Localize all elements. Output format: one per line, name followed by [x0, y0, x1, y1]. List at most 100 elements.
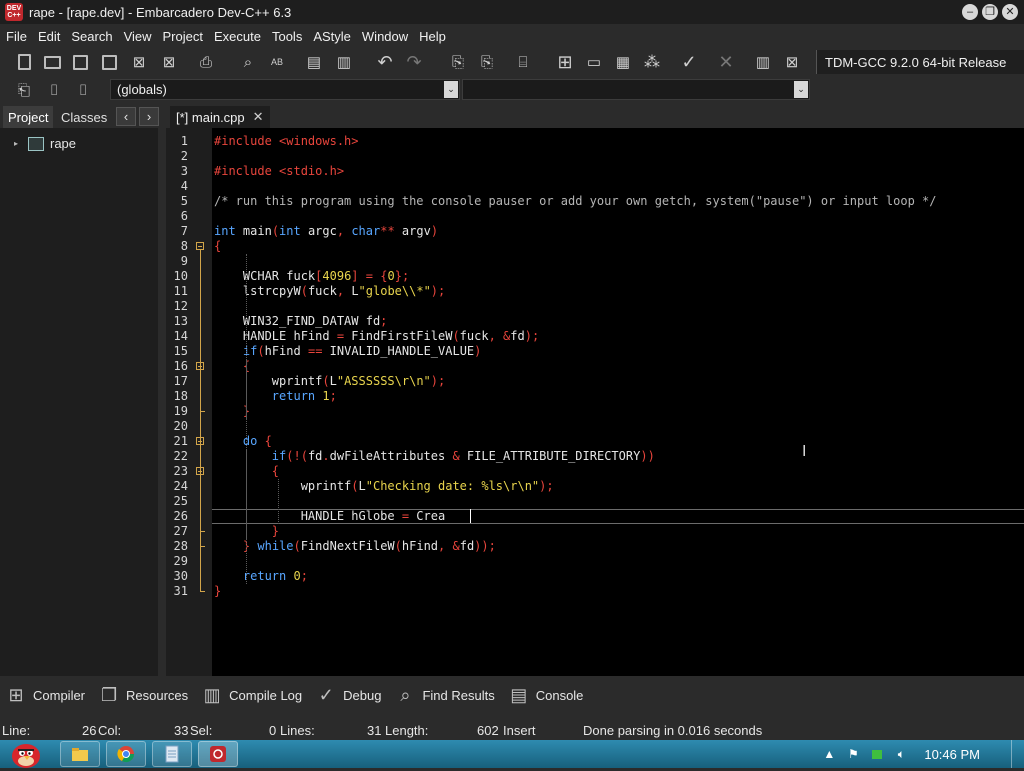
- restore-button[interactable]: ❐: [982, 4, 998, 20]
- expand-icon[interactable]: ▸: [14, 139, 24, 149]
- code-line[interactable]: #include <stdio.h>: [214, 164, 1024, 179]
- project-options-icon[interactable]: ⌸: [511, 51, 535, 73]
- close-icon[interactable]: ✕: [253, 109, 264, 125]
- add-to-project-icon[interactable]: ⎘: [475, 51, 499, 73]
- tab-compile-log[interactable]: ▥ Compile Log: [201, 684, 303, 706]
- menu-item-window[interactable]: Window: [356, 29, 413, 44]
- tray-expand-icon[interactable]: ▲: [822, 747, 836, 761]
- code-line[interactable]: [214, 299, 1024, 314]
- menu-item-search[interactable]: Search: [65, 29, 117, 44]
- check-syntax-icon[interactable]: ✓: [677, 51, 701, 73]
- speaker-icon[interactable]: 🔈︎: [894, 747, 908, 761]
- find-icon[interactable]: ⌕: [236, 51, 260, 73]
- tab-console[interactable]: ▤ Console: [508, 684, 583, 706]
- fold-toggle-icon[interactable]: [196, 242, 204, 250]
- globals-combo[interactable]: (globals) ⌄: [110, 79, 460, 100]
- insert-icon[interactable]: ⎗: [12, 79, 36, 101]
- code-line[interactable]: HANDLE hGlobe = Crea: [214, 509, 1024, 524]
- code-line[interactable]: wprintf(L"Checking date: %ls\r\n");: [214, 479, 1024, 494]
- explorer-icon[interactable]: [60, 741, 100, 767]
- tab-resources[interactable]: ❐ Resources: [98, 684, 188, 706]
- code-line[interactable]: if(!(fd.dwFileAttributes & FILE_ATTRIBUT…: [214, 449, 1024, 464]
- code-line[interactable]: {: [214, 359, 1024, 374]
- replace-icon[interactable]: AB: [265, 51, 289, 73]
- menu-item-tools[interactable]: Tools: [266, 29, 307, 44]
- delete-profile-icon[interactable]: ⊠: [780, 51, 804, 73]
- code-line[interactable]: do {: [214, 434, 1024, 449]
- code-line[interactable]: }: [214, 404, 1024, 419]
- chrome-icon[interactable]: [106, 741, 146, 767]
- minimize-button[interactable]: –: [962, 4, 978, 20]
- fold-toggle-icon[interactable]: [196, 467, 204, 475]
- code-line[interactable]: {: [214, 239, 1024, 254]
- code-line[interactable]: return 1;: [214, 389, 1024, 404]
- code-line[interactable]: [214, 209, 1024, 224]
- menu-item-help[interactable]: Help: [413, 29, 451, 44]
- code-line[interactable]: wprintf(L"ASSSSSS\r\n");: [214, 374, 1024, 389]
- tab-debug[interactable]: ✓ Debug: [315, 684, 382, 706]
- undo-icon[interactable]: ↶: [373, 51, 397, 73]
- code-area[interactable]: #include <windows.h> #include <stdio.h> /*…: [214, 128, 1024, 676]
- print-icon[interactable]: ⎙: [194, 51, 218, 73]
- menu-item-view[interactable]: View: [118, 29, 157, 44]
- code-line[interactable]: #include <windows.h>: [214, 134, 1024, 149]
- code-editor[interactable]: 1 2 3 4 5 6 7 8 9 10 11 12 13 14 15 16 17 18 19 20 21 22 23 24 2…: [166, 128, 1024, 676]
- chevron-down-icon[interactable]: ⌄: [444, 81, 458, 98]
- code-line[interactable]: [214, 554, 1024, 569]
- start-button[interactable]: [4, 740, 48, 768]
- menu-item-execute[interactable]: Execute: [208, 29, 266, 44]
- profile-icon[interactable]: ▥: [751, 51, 775, 73]
- notepad-icon[interactable]: [152, 741, 192, 767]
- fold-toggle-icon[interactable]: [196, 362, 204, 370]
- redo-icon[interactable]: ↷: [402, 51, 426, 73]
- stop-execution-icon[interactable]: ✕: [714, 51, 738, 73]
- tab-classes[interactable]: Classes: [56, 106, 112, 128]
- code-line[interactable]: WIN32_FIND_DATAW fd;: [214, 314, 1024, 329]
- menu-item-file[interactable]: File: [0, 29, 32, 44]
- code-line[interactable]: int main(int argc, char** argv): [214, 224, 1024, 239]
- open-file-icon[interactable]: [40, 51, 64, 73]
- chevron-left-icon[interactable]: ‹: [116, 107, 136, 126]
- close-file-icon[interactable]: ⊠: [127, 51, 151, 73]
- code-line[interactable]: HANDLE hFind = FindFirstFileW(fuck, &fd)…: [214, 329, 1024, 344]
- tab-find-results[interactable]: ⌕ Find Results: [394, 684, 494, 706]
- code-line[interactable]: {: [214, 464, 1024, 479]
- code-line[interactable]: /* run this program using the console pa…: [214, 194, 1024, 209]
- devcpp-icon[interactable]: [198, 741, 238, 767]
- goto-line-icon[interactable]: ▤: [302, 51, 326, 73]
- run-icon[interactable]: ▭: [582, 51, 606, 73]
- function-combo[interactable]: ⌄: [462, 79, 810, 100]
- goto-bookmark-icon[interactable]: ⌷: [71, 79, 95, 101]
- code-line[interactable]: [214, 149, 1024, 164]
- compile-icon[interactable]: ⊞: [553, 51, 577, 73]
- code-line[interactable]: }: [214, 524, 1024, 539]
- code-line[interactable]: return 0;: [214, 569, 1024, 584]
- compile-run-icon[interactable]: ▦: [611, 51, 635, 73]
- close-button[interactable]: ✕: [1002, 4, 1018, 20]
- tree-item-project[interactable]: ▸ rape: [14, 136, 76, 151]
- tab-main-cpp[interactable]: [*] main.cpp ✕: [170, 106, 270, 128]
- code-line[interactable]: } while(FindNextFileW(hFind, &fd));: [214, 539, 1024, 554]
- new-file-icon[interactable]: [12, 51, 36, 73]
- close-all-icon[interactable]: ⊠: [157, 51, 181, 73]
- bookmark-icon[interactable]: ⌷: [42, 79, 66, 101]
- tab-project[interactable]: Project: [3, 106, 54, 128]
- code-line[interactable]: if(hFind == INVALID_HANDLE_VALUE): [214, 344, 1024, 359]
- chevron-down-icon[interactable]: ⌄: [794, 81, 808, 98]
- code-line[interactable]: [214, 494, 1024, 509]
- flag-icon[interactable]: ⚑: [846, 747, 860, 761]
- code-line[interactable]: [214, 254, 1024, 269]
- menu-item-project[interactable]: Project: [157, 29, 208, 44]
- save-icon[interactable]: [68, 51, 92, 73]
- new-project-icon[interactable]: ⎘: [446, 51, 470, 73]
- menu-item-edit[interactable]: Edit: [32, 29, 65, 44]
- show-desktop-button[interactable]: [1011, 740, 1024, 768]
- clock[interactable]: 10:46 PM: [924, 747, 980, 762]
- toggle-bookmark-icon[interactable]: ▥: [332, 51, 356, 73]
- code-line[interactable]: [214, 179, 1024, 194]
- code-line[interactable]: lstrcpyW(fuck, L"globe\\*");: [214, 284, 1024, 299]
- code-line[interactable]: WCHAR fuck[4096] = {0};: [214, 269, 1024, 284]
- tab-compiler[interactable]: ⊞ Compiler: [5, 684, 85, 706]
- code-line[interactable]: }: [214, 584, 1024, 599]
- save-all-icon[interactable]: [97, 51, 121, 73]
